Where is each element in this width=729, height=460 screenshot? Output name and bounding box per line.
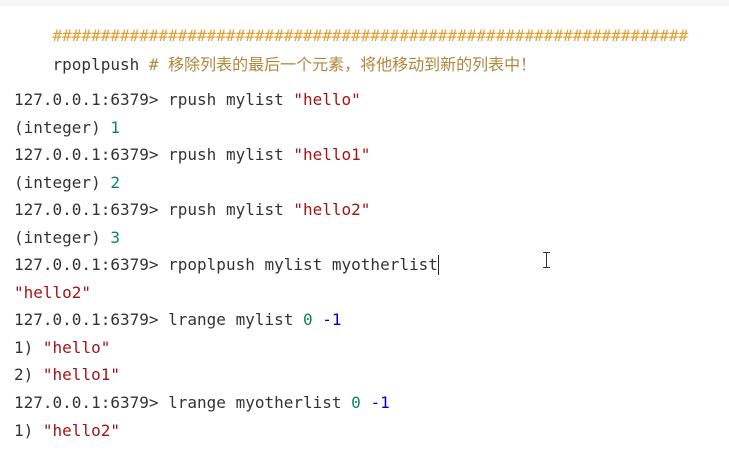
output-value: 1 xyxy=(110,118,120,137)
text-caret xyxy=(437,255,439,275)
output-line: 1) "hello2" xyxy=(14,421,120,441)
ibeam-cursor-icon xyxy=(541,251,552,269)
prompt: 127.0.0.1:6379> xyxy=(14,90,159,109)
list-value: "hello" xyxy=(42,338,111,357)
list-value: "hello2" xyxy=(42,421,120,440)
command-line: 127.0.0.1:6379> rpoplpush mylist myother… xyxy=(14,255,439,275)
prompt: 127.0.0.1:6379> xyxy=(14,255,159,274)
output-value: 2 xyxy=(110,173,120,192)
command-line: 127.0.0.1:6379> lrange myotherlist 0 -1 xyxy=(14,393,390,413)
command-arg: "hello1" xyxy=(293,145,371,164)
output-line: (integer) 1 xyxy=(14,118,120,138)
command-text: rpoplpush mylist myotherlist xyxy=(168,255,438,274)
command-line: 127.0.0.1:6379> lrange mylist 0 -1 xyxy=(14,310,342,330)
list-value: "hello1" xyxy=(42,365,120,384)
command-arg: "hello2" xyxy=(293,200,371,219)
list-index: 2) xyxy=(14,365,43,384)
output-line: (integer) 3 xyxy=(14,228,120,248)
range-start: 0 xyxy=(303,310,313,329)
command-text: rpush mylist xyxy=(168,145,294,164)
output-label: (integer) xyxy=(14,173,111,192)
command-line: 127.0.0.1:6379> rpush mylist "hello2" xyxy=(14,200,370,220)
code-editor[interactable]: ########################################… xyxy=(0,0,729,460)
output-line: 1) "hello" xyxy=(14,338,110,358)
range-start: 0 xyxy=(351,393,361,412)
header-command: rpoplpush xyxy=(52,55,140,74)
output-value: 3 xyxy=(110,228,120,247)
output-line: "hello2" xyxy=(14,283,91,303)
output-label: (integer) xyxy=(14,228,111,247)
command-text: rpush mylist xyxy=(168,200,294,219)
command-text: lrange mylist xyxy=(168,310,303,329)
command-line: 127.0.0.1:6379> rpush mylist "hello" xyxy=(14,90,361,110)
range-stop: -1 xyxy=(322,310,342,329)
prompt: 127.0.0.1:6379> xyxy=(14,310,159,329)
output-label: (integer) xyxy=(14,118,111,137)
range-stop: -1 xyxy=(370,393,390,412)
output-value: "hello2" xyxy=(14,283,92,302)
list-index: 1) xyxy=(14,338,43,357)
command-arg: "hello" xyxy=(293,90,361,109)
header-line: rpoplpush # 移除列表的最后一个元素，将他移动到新的列表中！ xyxy=(14,35,537,74)
output-line: 2) "hello1" xyxy=(14,365,120,385)
header-comment: # 移除列表的最后一个元素，将他移动到新的列表中！ xyxy=(148,55,537,74)
prompt: 127.0.0.1:6379> xyxy=(14,200,159,219)
output-line: (integer) 2 xyxy=(14,173,120,193)
command-line: 127.0.0.1:6379> rpush mylist "hello1" xyxy=(14,145,370,165)
command-text: lrange myotherlist xyxy=(168,393,352,412)
prompt: 127.0.0.1:6379> xyxy=(14,393,159,412)
prompt: 127.0.0.1:6379> xyxy=(14,145,159,164)
list-index: 1) xyxy=(14,421,43,440)
command-text: rpush mylist xyxy=(168,90,294,109)
separator-line: ########################################… xyxy=(14,6,689,45)
